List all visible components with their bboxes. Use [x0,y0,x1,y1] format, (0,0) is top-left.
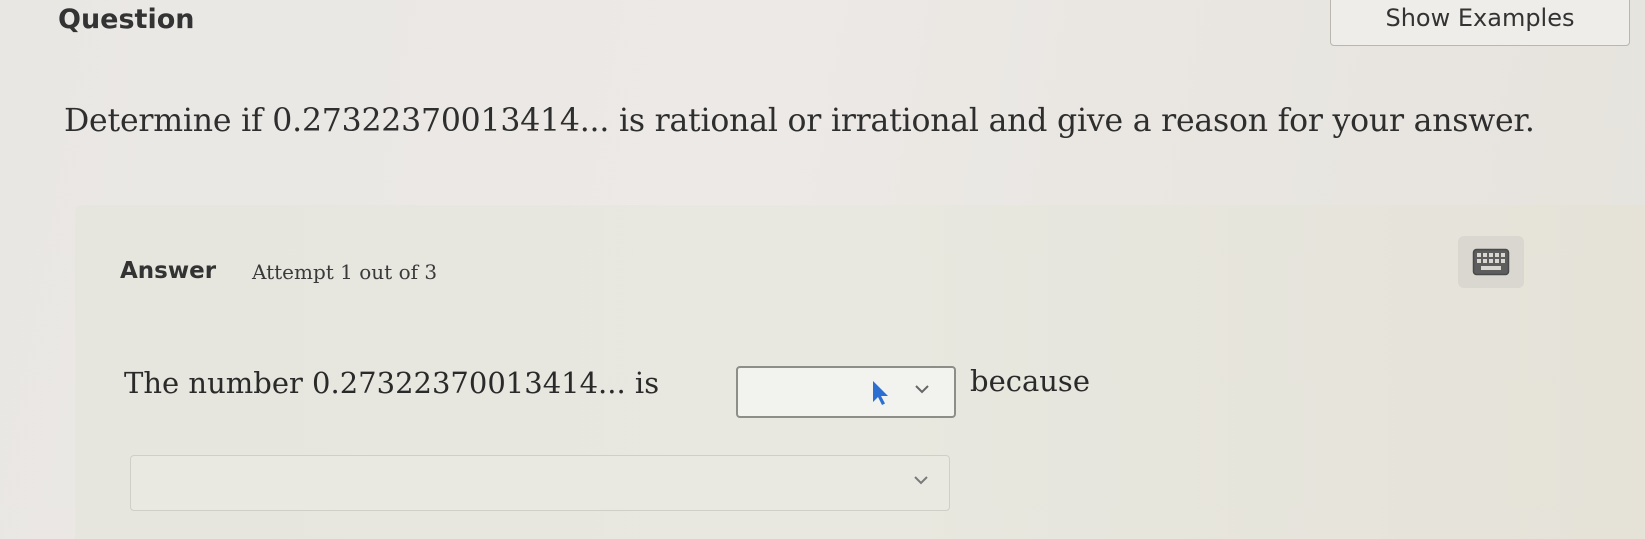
chevron-down-icon [915,385,929,394]
attempt-counter: Attempt 1 out of 3 [252,260,438,284]
question-title: Question [58,4,195,35]
keyboard-button[interactable] [1458,236,1524,288]
answer-sentence-end: because [970,364,1090,398]
question-prompt: Determine if 0.27322370013414... is rati… [64,103,1535,139]
keyboard-icon [1472,248,1510,276]
answer-label: Answer [120,258,217,284]
show-examples-button[interactable]: Show Examples [1330,0,1630,46]
chevron-down-icon [914,476,928,485]
reason-select[interactable] [130,455,950,511]
rational-irrational-select[interactable] [736,366,956,418]
mouse-pointer-icon [873,381,888,405]
question-header: Question Show Examples [0,0,1645,60]
answer-sentence-start: The number 0.27322370013414... is [124,366,660,400]
